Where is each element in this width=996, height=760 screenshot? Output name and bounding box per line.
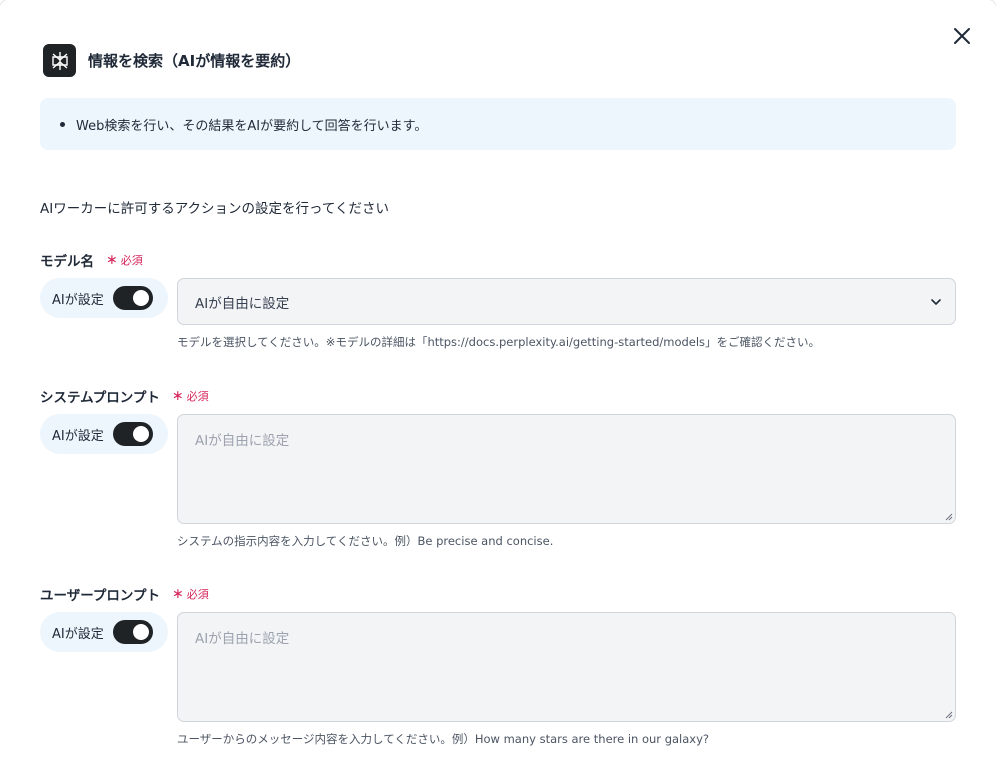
system-prompt-ai-toggle[interactable]: AIが設定	[40, 414, 168, 454]
model-ai-toggle[interactable]: AIが設定	[40, 278, 168, 318]
close-button[interactable]	[948, 22, 976, 50]
field-label-text: モデル名	[40, 254, 94, 270]
required-badge: ∗ 必須	[171, 388, 209, 404]
model-ai-switch[interactable]	[112, 286, 153, 310]
user-prompt-ai-toggle[interactable]: AIが設定	[40, 612, 168, 652]
modal-header: 情報を検索（AIが情報を要約）	[43, 44, 300, 77]
textarea-placeholder: AIが自由に設定	[195, 433, 290, 449]
ai-toggle-label: AIが設定	[52, 428, 104, 444]
required-badge: ∗ 必須	[172, 586, 209, 602]
resize-handle-icon[interactable]	[944, 512, 953, 521]
system-prompt-help-text: システムの指示内容を入力してください。例）Be precise and conc…	[177, 534, 554, 548]
model-help-text: モデルを選択してください。※モデルの詳細は「https://docs.perpl…	[177, 335, 821, 349]
field-label-text: ユーザープロンプト	[40, 588, 161, 604]
info-box: Web検索を行い、その結果をAIが要約して回答を行います。	[40, 98, 956, 150]
intro-text: AIワーカーに許可するアクションの設定を行ってください	[40, 201, 389, 217]
ai-toggle-label: AIが設定	[52, 626, 104, 642]
model-name-label: モデル名 ∗ 必須	[40, 250, 143, 270]
chevron-down-icon	[931, 299, 941, 306]
system-prompt-ai-switch[interactable]	[112, 422, 153, 446]
required-badge: ∗ 必須	[106, 252, 143, 268]
system-prompt-label: システムプロンプト ∗ 必須	[40, 386, 209, 406]
textarea-placeholder: AIが自由に設定	[195, 631, 290, 647]
action-settings-modal: 情報を検索（AIが情報を要約） Web検索を行い、その結果をAIが要約して回答を…	[0, 0, 996, 760]
user-prompt-label: ユーザープロンプト ∗ 必須	[40, 584, 209, 604]
user-prompt-help-text: ユーザーからのメッセージ内容を入力してください。例）How many stars…	[177, 732, 709, 746]
user-prompt-ai-switch[interactable]	[112, 620, 153, 644]
resize-handle-icon[interactable]	[944, 710, 953, 719]
model-select-value: AIが自由に設定	[195, 295, 290, 312]
info-description: Web検索を行い、その結果をAIが要約して回答を行います。	[76, 118, 428, 134]
user-prompt-textarea[interactable]: AIが自由に設定	[177, 612, 956, 722]
close-icon	[954, 28, 970, 44]
bullet	[60, 121, 65, 127]
perplexity-logo-icon	[43, 44, 76, 77]
ai-toggle-label: AIが設定	[52, 292, 104, 308]
system-prompt-textarea[interactable]: AIが自由に設定	[177, 414, 956, 524]
model-select[interactable]: AIが自由に設定	[177, 278, 956, 325]
field-label-text: システムプロンプト	[40, 390, 160, 406]
modal-title: 情報を検索（AIが情報を要約）	[88, 52, 301, 70]
